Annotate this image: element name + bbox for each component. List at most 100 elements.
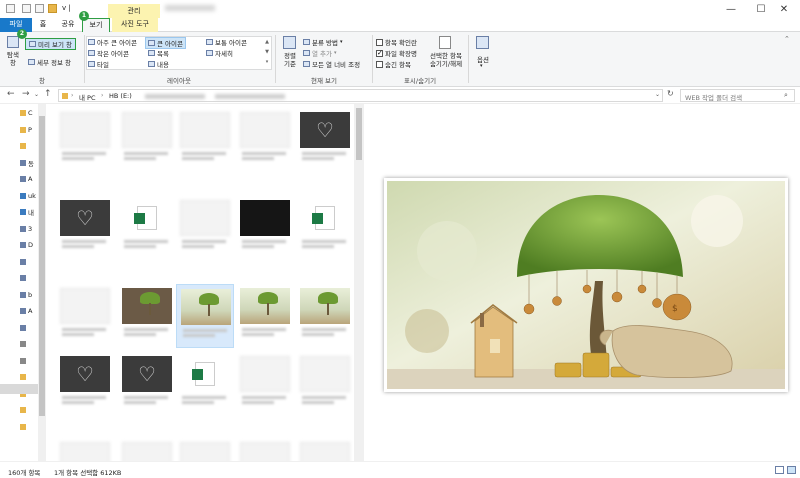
file-tile[interactable]: [56, 438, 114, 461]
file-tile[interactable]: [118, 196, 176, 256]
item-checkbox-box[interactable]: [376, 38, 383, 46]
money-tree-photo: $: [387, 181, 785, 389]
heart-icon: ♡: [300, 112, 350, 148]
file-tile[interactable]: ♡: [56, 196, 114, 256]
sort-by-button[interactable]: 정렬 기준: [280, 36, 300, 74]
file-tile[interactable]: [176, 196, 234, 256]
file-tile[interactable]: [176, 352, 234, 412]
layout-scroll-arrows[interactable]: ▲ ▼ ▾: [263, 37, 271, 69]
tab-file[interactable]: 파일: [0, 18, 32, 32]
hide-selected-button[interactable]: 선택한 항목 숨기기/해제: [424, 36, 468, 74]
nav-pane-label: 탐색 창: [7, 51, 19, 67]
breadcrumb-pc[interactable]: 내 PC: [79, 92, 96, 102]
nav-item-label: A: [28, 175, 33, 183]
large-icon: [148, 40, 155, 46]
up-arrow-icon[interactable]: ↑: [44, 89, 52, 99]
layout-tiles[interactable]: 타일: [88, 59, 109, 69]
layout-details[interactable]: 자세히: [206, 48, 233, 58]
preview-pane-label: 미리 보기 창: [38, 41, 73, 49]
tab-home[interactable]: 홈: [34, 18, 52, 32]
file-tile[interactable]: ♡: [56, 352, 114, 412]
nav-scroll-thumb[interactable]: [39, 116, 45, 416]
file-tile[interactable]: [296, 352, 354, 412]
file-extension-label: 파일 확장명: [385, 50, 417, 58]
image-thumbnail: [122, 288, 172, 324]
group-by-icon: [303, 39, 310, 45]
details-icon: [206, 50, 213, 56]
item-checkbox-toggle[interactable]: 항목 확인란: [376, 37, 417, 47]
properties-icon[interactable]: [22, 4, 31, 13]
file-name-blurred: [62, 394, 108, 406]
nav-folder-icon: [20, 159, 26, 166]
nav-scrollbar[interactable]: [38, 104, 46, 461]
file-tile[interactable]: [176, 438, 234, 461]
options-button[interactable]: 옵션 ▾: [472, 36, 494, 74]
details-pane-button[interactable]: 세부 정보 창: [28, 57, 71, 67]
group-by-button[interactable]: 분류 방법 ▾: [303, 37, 343, 47]
address-input[interactable]: › 내 PC › HB (E:) ⌄: [58, 89, 663, 102]
close-button[interactable]: ✕: [768, 0, 800, 18]
layout-content[interactable]: 내용: [148, 59, 169, 69]
heart-icon: ♡: [60, 356, 110, 392]
layout-small[interactable]: 작은 아이콘: [88, 48, 129, 58]
file-tile[interactable]: ♡: [296, 108, 354, 168]
file-tile[interactable]: [236, 108, 294, 168]
group-label-layout: 레이아웃: [167, 77, 191, 85]
file-tile[interactable]: [296, 196, 354, 256]
preview-pane-icon: [29, 41, 36, 47]
file-extension-toggle[interactable]: 파일 확장명: [376, 48, 417, 58]
file-tile[interactable]: [296, 438, 354, 461]
file-tile[interactable]: [296, 284, 354, 344]
details-view-icon[interactable]: [775, 466, 784, 474]
item-checkbox-label: 항목 확인란: [385, 39, 417, 47]
file-tile[interactable]: [56, 108, 114, 168]
file-tile[interactable]: [236, 196, 294, 256]
file-tile[interactable]: [236, 352, 294, 412]
dropdown-arrow-icon: ▾: [340, 39, 343, 45]
file-extension-box[interactable]: [376, 49, 383, 57]
nav-item-selected[interactable]: [0, 384, 38, 394]
nav-item-label: b: [28, 290, 33, 299]
refresh-icon[interactable]: ↻: [667, 89, 674, 98]
file-tile[interactable]: [118, 438, 176, 461]
recent-dropdown-icon[interactable]: ⌄: [34, 91, 39, 98]
layout-medium[interactable]: 보통 아이콘: [206, 37, 247, 47]
file-scrollbar[interactable]: [354, 104, 364, 461]
add-columns-button[interactable]: 열 추가 ▾: [303, 48, 337, 58]
nav-pane-button[interactable]: 탐색 창: [4, 36, 22, 76]
breadcrumb-blurred: [215, 94, 285, 99]
tab-picture-tools[interactable]: 사진 도구: [112, 18, 158, 32]
file-tile[interactable]: [236, 438, 294, 461]
address-dropdown-icon[interactable]: ⌄: [655, 91, 660, 98]
file-tile[interactable]: [176, 108, 234, 168]
file-tile[interactable]: [118, 284, 176, 344]
file-tile-selected[interactable]: [176, 284, 234, 348]
layout-extra-large[interactable]: 아주 큰 아이콘: [88, 37, 137, 47]
layout-list[interactable]: 목록: [148, 48, 169, 58]
file-tile[interactable]: [56, 284, 114, 344]
large-icons-view-icon[interactable]: [787, 466, 796, 474]
file-tile[interactable]: ♡: [118, 352, 176, 412]
tab-share[interactable]: 공유: [56, 18, 80, 32]
address-bar-row: ← → ⌄ ↑ › 내 PC › HB (E:) ⌄ ↻ WEB 작업 폴더 검…: [0, 87, 800, 104]
file-tile[interactable]: [118, 108, 176, 168]
breadcrumb-drive[interactable]: HB (E:): [109, 92, 132, 100]
excel-file-icon: [122, 200, 172, 236]
details-pane-icon: [28, 59, 35, 65]
search-icon[interactable]: ⌕: [784, 91, 788, 100]
search-input[interactable]: WEB 작업 폴더 검색 ⌕: [680, 89, 795, 102]
back-arrow-icon[interactable]: ←: [7, 89, 15, 99]
group-label-panes: 창: [39, 77, 45, 85]
ribbon: 탐색 창 미리 보기 창 세부 정보 창 창 아주 큰 아이콘 큰 아이콘 보통…: [0, 32, 800, 87]
file-name-blurred: [183, 327, 229, 339]
new-folder-icon[interactable]: [35, 4, 44, 13]
fit-columns-button[interactable]: 모든 열 너비 조정: [303, 59, 360, 69]
forward-arrow-icon[interactable]: →: [22, 89, 30, 99]
collapse-ribbon-icon[interactable]: ⌃: [784, 35, 790, 43]
hidden-items-toggle[interactable]: 숨긴 항목: [376, 59, 411, 69]
file-scroll-thumb[interactable]: [356, 108, 362, 160]
preview-pane-button[interactable]: 미리 보기 창: [25, 38, 77, 50]
nav-folder-icon: [20, 357, 26, 364]
file-tile[interactable]: [236, 284, 294, 344]
hidden-items-box[interactable]: [376, 60, 383, 68]
